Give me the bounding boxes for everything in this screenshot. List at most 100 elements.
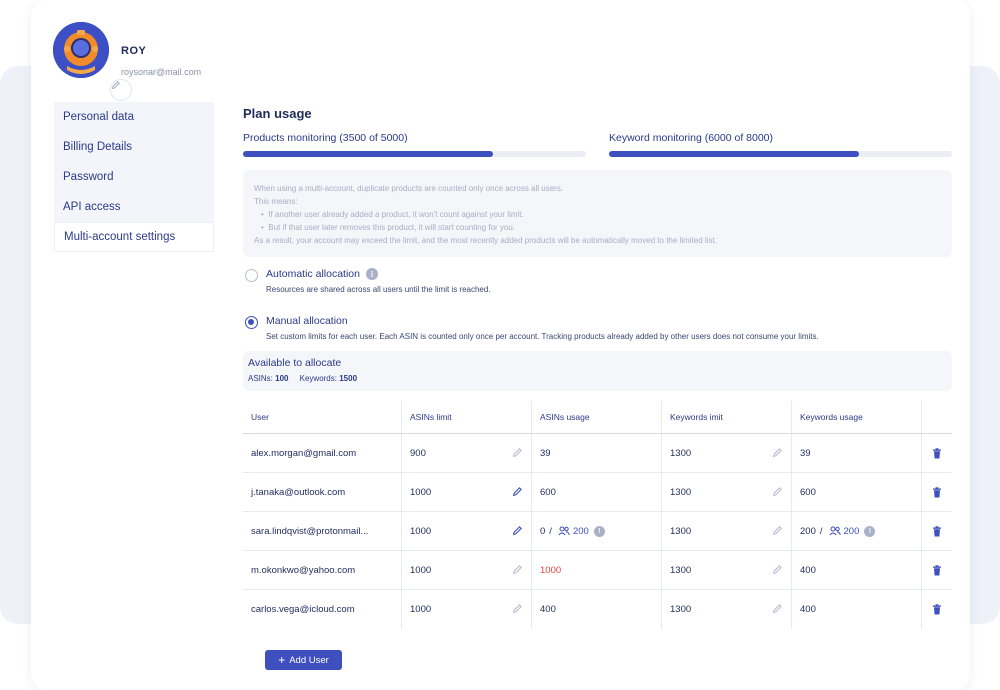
asins-usage-cell: 400 xyxy=(532,590,662,629)
shared-asins: 200 xyxy=(572,525,589,537)
avatar-edit-button[interactable] xyxy=(110,79,132,101)
users-icon xyxy=(558,526,570,536)
asins-usage-cell: 600 xyxy=(532,473,662,511)
pencil-icon[interactable] xyxy=(512,486,523,497)
pencil-icon[interactable] xyxy=(772,603,783,614)
plus-icon: + xyxy=(278,653,286,667)
info-bullet: • If another user already added a produc… xyxy=(261,210,524,219)
info-line: This means: xyxy=(254,197,298,206)
pencil-icon[interactable] xyxy=(772,564,783,575)
user-email-cell: m.okonkwo@yahoo.com xyxy=(243,551,402,589)
table-row: alex.morgan@gmail.com 900 39 1300 39 xyxy=(243,434,952,473)
info-icon[interactable]: i xyxy=(365,268,378,280)
user-email-cell: j.tanaka@outlook.com xyxy=(243,473,402,511)
diver-helmet-icon xyxy=(53,22,109,78)
profile-email: roysonar@mail.com xyxy=(121,67,202,77)
keywords-limit-cell[interactable]: 1300 xyxy=(662,512,792,550)
pencil-icon[interactable] xyxy=(512,447,523,458)
header-asins-usage: ASINs usage xyxy=(532,401,662,433)
info-line: As a result, your account may exceed the… xyxy=(254,236,717,245)
keywords-usage-cell: 39 xyxy=(792,434,922,472)
asins-usage-cell: 1000 xyxy=(532,551,662,589)
info-bullet: • But if that user later removes this pr… xyxy=(261,223,516,232)
table-row: sara.lindqvist@protonmail... 1000 0 / 20… xyxy=(243,512,952,551)
trash-icon[interactable] xyxy=(932,604,942,615)
manual-allocation-desc: Set custom limits for each user. Each AS… xyxy=(266,332,819,341)
products-progress-bar xyxy=(243,151,586,157)
products-monitoring-label: Products monitoring (3500 of 5000) xyxy=(243,132,408,144)
user-email-cell: alex.morgan@gmail.com xyxy=(243,434,402,472)
automatic-allocation-option[interactable]: Automatic allocation i Resources are sha… xyxy=(245,268,491,294)
trash-icon[interactable] xyxy=(932,447,942,459)
settings-card: ROY roysonar@mail.com Personal data Bill… xyxy=(31,0,970,690)
plan-usage-title: Plan usage xyxy=(243,106,312,121)
manual-allocation-title: Manual allocation xyxy=(266,315,348,327)
trash-icon[interactable] xyxy=(932,525,942,537)
manual-allocation-option[interactable]: Manual allocation Set custom limits for … xyxy=(245,315,819,341)
header-asins-limit: ASINs limit xyxy=(402,401,532,433)
user-email-cell: sara.lindqvist@protonmail... xyxy=(243,512,402,550)
manual-allocation-radio[interactable] xyxy=(245,316,258,329)
asins-limit-cell[interactable]: 1000 xyxy=(402,551,532,589)
add-user-button[interactable]: + Add User xyxy=(265,650,342,670)
info-icon[interactable]: ! xyxy=(593,525,605,537)
available-to-allocate-box: Available to allocate ASINs: 100 Keyword… xyxy=(243,351,952,391)
sidebar-item-billing-details[interactable]: Billing Details xyxy=(54,132,214,162)
asins-limit-cell[interactable]: 1000 xyxy=(402,512,532,550)
automatic-allocation-radio[interactable] xyxy=(245,269,258,282)
sidebar-item-password[interactable]: Password xyxy=(54,162,214,192)
info-line: When using a multi-account, duplicate pr… xyxy=(254,184,564,193)
keywords-usage-cell: 600 xyxy=(792,473,922,511)
sidebar-item-personal-data[interactable]: Personal data xyxy=(54,102,214,132)
keyword-monitoring-label: Keyword monitoring (6000 of 8000) xyxy=(609,132,774,144)
header-keywords-limit: Keywords imit xyxy=(662,401,792,433)
trash-icon[interactable] xyxy=(932,564,942,576)
asins-usage-cell: 0 / 200 ! xyxy=(532,512,662,550)
pencil-icon[interactable] xyxy=(772,525,783,536)
multi-account-info-box: When using a multi-account, duplicate pr… xyxy=(243,170,952,257)
automatic-allocation-desc: Resources are shared across all users un… xyxy=(266,285,491,294)
users-icon xyxy=(828,526,841,536)
header-keywords-usage: Keywords usage xyxy=(792,401,922,433)
automatic-allocation-title: Automatic allocation xyxy=(266,268,360,280)
keywords-limit-cell[interactable]: 1300 xyxy=(662,434,792,472)
available-keywords: 1500 xyxy=(339,374,358,383)
table-row: m.okonkwo@yahoo.com 1000 1000 1300 400 xyxy=(243,551,952,590)
asins-limit-cell[interactable]: 1000 xyxy=(402,473,532,511)
pencil-icon[interactable] xyxy=(512,564,523,575)
available-asins: 100 xyxy=(275,374,289,383)
asins-usage-cell: 39 xyxy=(532,434,662,472)
avatar[interactable] xyxy=(53,22,132,101)
sidebar: Personal data Billing Details Password A… xyxy=(54,102,214,252)
keywords-limit-cell[interactable]: 1300 xyxy=(662,473,792,511)
header-user: User xyxy=(243,401,402,433)
user-limits-table: User ASINs limit ASINs usage Keywords im… xyxy=(243,401,952,629)
sidebar-item-multi-account-settings[interactable]: Multi-account settings xyxy=(54,222,214,252)
shared-keywords: 200 xyxy=(843,525,860,537)
keywords-limit-cell[interactable]: 1300 xyxy=(662,590,792,629)
available-title: Available to allocate xyxy=(248,357,342,369)
asins-limit-cell[interactable]: 900 xyxy=(402,434,532,472)
sidebar-item-api-access[interactable]: API access xyxy=(54,192,214,222)
keywords-usage-cell: 400 xyxy=(792,590,922,629)
table-row: carlos.vega@icloud.com 1000 400 1300 400 xyxy=(243,590,952,629)
keywords-usage-cell: 400 xyxy=(792,551,922,589)
pencil-icon[interactable] xyxy=(512,603,523,614)
pencil-icon[interactable] xyxy=(772,486,783,497)
asins-limit-cell[interactable]: 1000 xyxy=(402,590,532,629)
table-header-row: User ASINs limit ASINs usage Keywords im… xyxy=(243,401,952,434)
keyword-progress-bar xyxy=(609,151,952,157)
trash-icon[interactable] xyxy=(932,486,942,498)
available-values: ASINs: 100 Keywords: 1500 xyxy=(248,374,358,383)
products-progress-fill xyxy=(243,151,494,157)
keywords-usage-cell: 200 / 200 ! xyxy=(792,512,922,550)
keywords-limit-cell[interactable]: 1300 xyxy=(662,551,792,589)
pencil-icon[interactable] xyxy=(512,525,523,536)
user-email-cell: carlos.vega@icloud.com xyxy=(243,590,402,629)
profile-name: ROY xyxy=(121,45,147,57)
table-row: j.tanaka@outlook.com 1000 600 1300 600 xyxy=(243,473,952,512)
keyword-progress-fill xyxy=(609,151,860,157)
pencil-icon[interactable] xyxy=(772,447,783,458)
info-icon[interactable]: ! xyxy=(864,525,876,537)
pencil-icon xyxy=(111,81,120,90)
